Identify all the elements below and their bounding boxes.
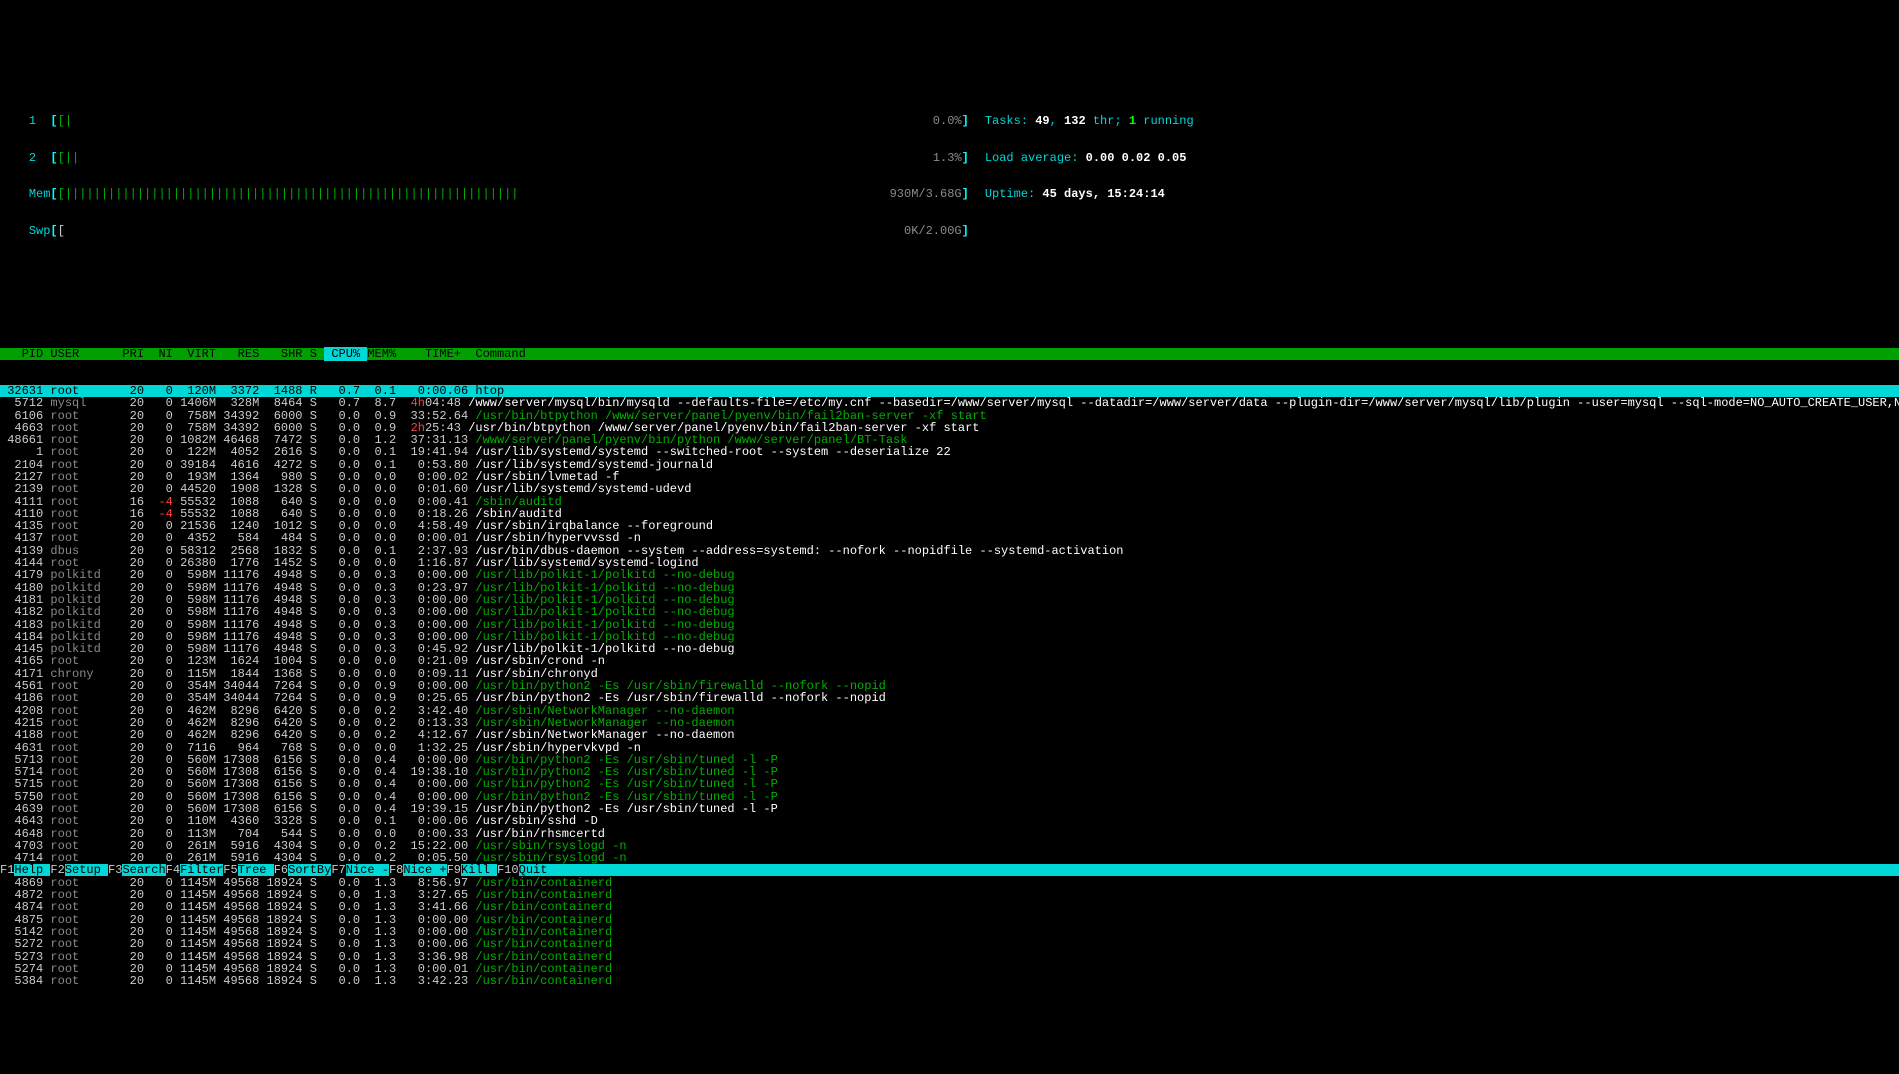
footer-key: F8: [389, 863, 403, 877]
swp-bar: [: [58, 224, 634, 238]
footer-key: F6: [274, 863, 288, 877]
footer-action[interactable]: SortBy: [288, 863, 331, 877]
footer-key: F3: [108, 863, 122, 877]
cpu1-label: 1: [29, 114, 36, 128]
footer-key: F7: [331, 863, 345, 877]
footer-action[interactable]: Nice -: [346, 863, 389, 877]
uptime-label: Uptime:: [985, 187, 1043, 201]
cpu1-bar: [|: [58, 114, 634, 128]
cpu2-bar-open: [: [50, 151, 57, 165]
footer-action[interactable]: Quit: [519, 863, 555, 877]
footer-key: F4: [166, 863, 180, 877]
footer-key: F10: [497, 863, 519, 877]
tasks-count: 49: [1035, 114, 1049, 128]
footer-key: F1: [0, 863, 14, 877]
mem-bar-open: [: [50, 187, 57, 201]
footer-action[interactable]: Kill: [461, 863, 497, 877]
footer-action[interactable]: Search: [122, 863, 165, 877]
load-values: 0.00 0.02 0.05: [1086, 151, 1187, 165]
footer-bar[interactable]: F1Help F2Setup F3SearchF4FilterF5Tree F6…: [0, 864, 1899, 876]
running-count: 1: [1129, 114, 1136, 128]
load-label: Load average:: [985, 151, 1086, 165]
cpu1-bar-open: [: [50, 114, 57, 128]
footer-key: F2: [50, 863, 64, 877]
footer-key: F9: [447, 863, 461, 877]
tasks-label: Tasks:: [985, 114, 1035, 128]
cpu2-bar: [||: [58, 151, 634, 165]
cpu2-label: 2: [29, 151, 36, 165]
cpu2-val: 1.3%: [933, 151, 962, 165]
swp-label: Swp: [29, 224, 51, 238]
footer-action[interactable]: Filter: [180, 863, 223, 877]
column-header[interactable]: PID USER PRI NI VIRT RES SHR S CPU% MEM%…: [0, 348, 1899, 360]
mem-bar: [|||||||||||||||||||||||||||||||||||||||…: [58, 187, 634, 201]
process-list[interactable]: 32631 root 20 0 120M 3372 1488 R 0.7 0.1…: [0, 385, 1899, 988]
mem-val: 930M/3.68G: [890, 187, 962, 201]
footer-action[interactable]: Setup: [65, 863, 108, 877]
cpu1-val: 0.0%: [933, 114, 962, 128]
swp-bar-open: [: [50, 224, 57, 238]
swp-val: 0K/2.00G: [904, 224, 962, 238]
uptime-value: 45 days, 15:24:14: [1042, 187, 1164, 201]
thr-count: 132: [1064, 114, 1086, 128]
footer-key: F5: [223, 863, 237, 877]
header-summary: 1 [[| 2 [[|| Mem[[|||||||||||||: [0, 49, 1899, 287]
footer-action[interactable]: Tree: [238, 863, 274, 877]
mem-label: Mem: [29, 187, 51, 201]
footer-action[interactable]: Nice +: [403, 863, 446, 877]
process-row[interactable]: 5384 root 20 0 1145M 49568 18924 S 0.0 1…: [0, 975, 1899, 987]
footer-action[interactable]: Help: [14, 863, 50, 877]
